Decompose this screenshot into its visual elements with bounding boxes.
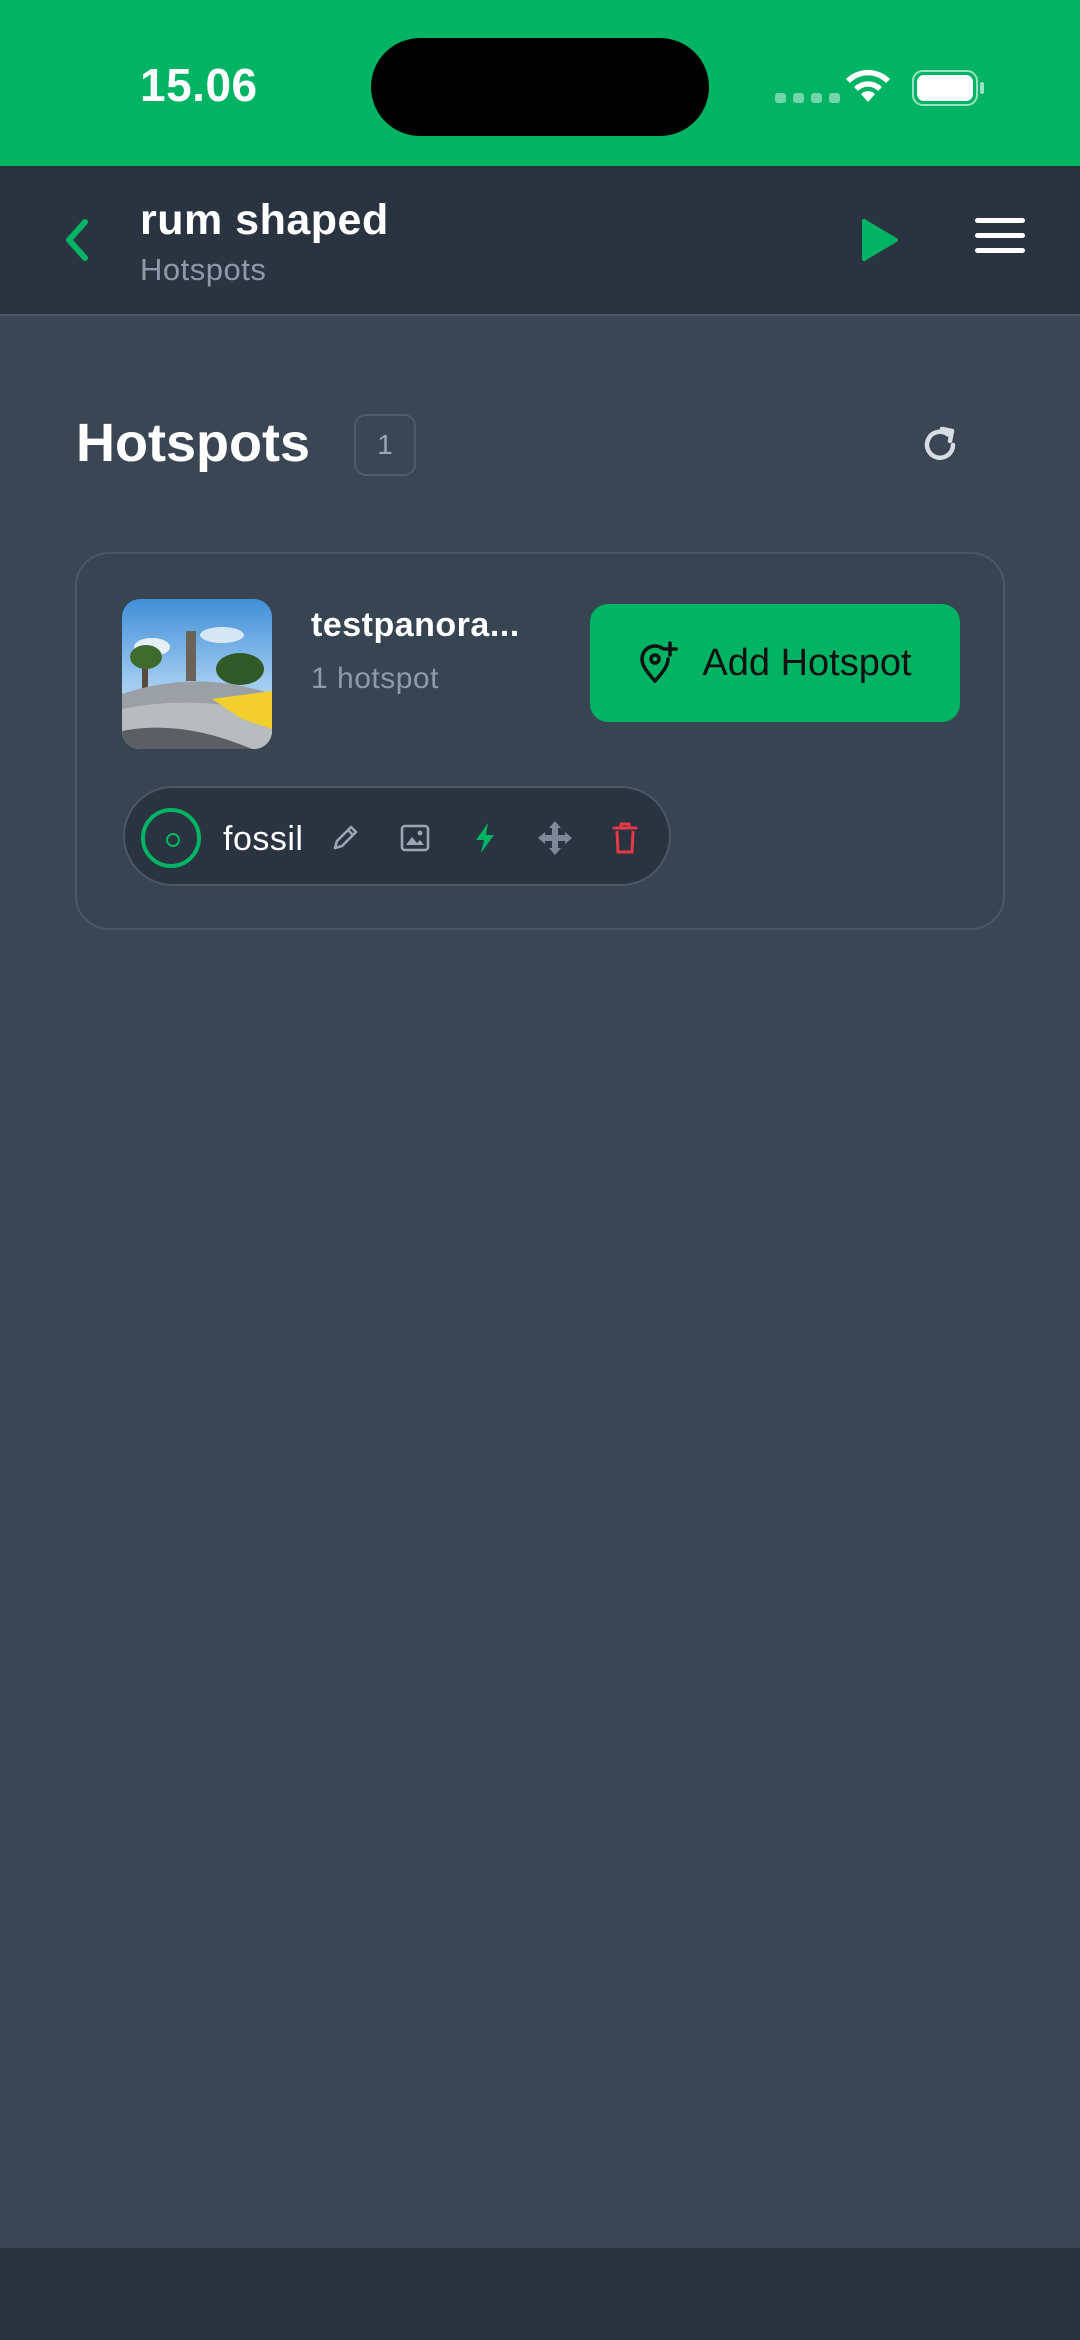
pencil-icon xyxy=(333,825,358,850)
hotspot-action-button[interactable] xyxy=(465,818,505,858)
wifi-icon xyxy=(846,69,890,102)
page-subtitle: Hotspots xyxy=(140,252,267,287)
menu-button[interactable] xyxy=(975,218,1035,262)
hamburger-menu-icon xyxy=(975,218,1025,223)
panorama-thumbnail[interactable] xyxy=(122,599,272,749)
dynamic-island xyxy=(371,38,709,136)
add-location-pin-icon xyxy=(640,641,679,683)
back-button[interactable] xyxy=(48,210,104,270)
refresh-icon xyxy=(924,426,956,460)
hotspot-marker-icon xyxy=(141,808,201,868)
hotspots-count-badge: 1 xyxy=(354,414,416,476)
app-header: rum shaped Hotspots xyxy=(0,166,1080,316)
refresh-button[interactable] xyxy=(918,420,962,470)
trash-icon xyxy=(612,822,638,854)
hotspot-name: fossil xyxy=(223,820,304,858)
panorama-thumbnail-image xyxy=(122,599,272,749)
battery-icon xyxy=(912,70,984,106)
play-button[interactable] xyxy=(852,208,908,272)
edit-hotspot-button[interactable] xyxy=(325,818,365,858)
chevron-left-icon xyxy=(66,219,88,261)
lightning-bolt-icon xyxy=(476,823,494,853)
panorama-hotspot-count: 1 hotspot xyxy=(311,662,439,695)
add-hotspot-button[interactable]: Add Hotspot xyxy=(590,604,960,722)
status-bar: 15.06 xyxy=(0,0,1080,166)
play-icon xyxy=(862,219,898,261)
hotspot-item[interactable]: fossil xyxy=(123,786,671,886)
status-time: 15.06 xyxy=(140,59,258,111)
hotspot-image-button[interactable] xyxy=(395,818,435,858)
delete-hotspot-button[interactable] xyxy=(605,818,645,858)
bottom-bar xyxy=(0,2248,1080,2340)
panorama-card: testpanora... 1 hotspot Add Hotspot foss… xyxy=(75,552,1005,930)
section-title: Hotspots xyxy=(76,413,310,473)
page-title: rum shaped xyxy=(140,196,389,244)
move-hotspot-button[interactable] xyxy=(535,818,575,858)
move-arrows-icon xyxy=(538,821,572,855)
add-hotspot-label: Add Hotspot xyxy=(702,641,912,684)
cellular-signal-icon xyxy=(775,93,840,103)
image-icon xyxy=(400,824,430,852)
panorama-name: testpanora... xyxy=(311,606,520,644)
